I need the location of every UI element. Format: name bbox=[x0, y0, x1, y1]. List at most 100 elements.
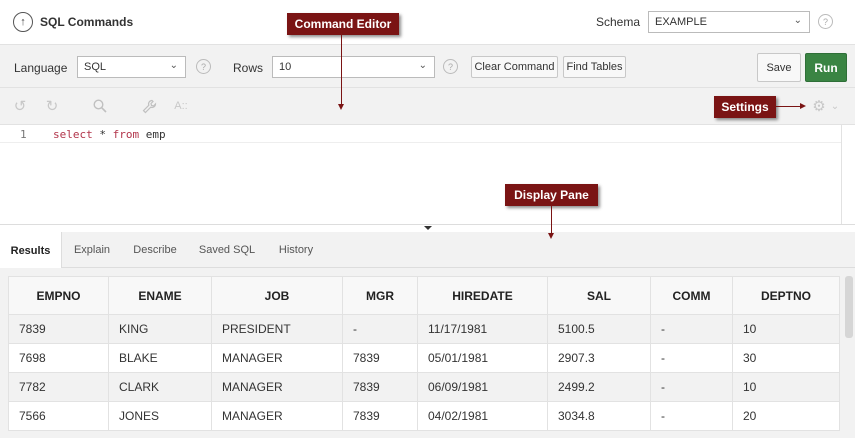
table-cell: 04/02/1981 bbox=[417, 401, 548, 431]
schema-select[interactable]: EXAMPLE ⌄ bbox=[648, 11, 810, 33]
sql-code[interactable]: select * from emp bbox=[53, 128, 166, 141]
table-cell: - bbox=[650, 343, 733, 373]
table-cell: MANAGER bbox=[211, 372, 343, 402]
clear-command-button[interactable]: Clear Command bbox=[471, 56, 558, 78]
column-header[interactable]: DEPTNO bbox=[732, 276, 840, 315]
table-cell: JONES bbox=[108, 401, 212, 431]
results-pane: EMPNO ENAME JOB MGR HIREDATE SAL COMM DEPTNO 78… bbox=[0, 268, 855, 438]
table-cell: 2907.3 bbox=[547, 343, 651, 373]
table-cell: 5100.5 bbox=[547, 314, 651, 344]
tab-results[interactable]: Results bbox=[0, 232, 62, 269]
table-cell: 10 bbox=[732, 314, 840, 344]
page-header: ↑ SQL Commands Schema EXAMPLE ⌄ ? bbox=[0, 0, 855, 44]
pane-splitter[interactable] bbox=[0, 224, 855, 232]
callout-line bbox=[551, 206, 552, 233]
command-toolbar: Language SQL ⌄ ? Rows 10 ⌄ ? Clear Comma… bbox=[0, 44, 855, 88]
table-cell: 7839 bbox=[342, 343, 418, 373]
column-header[interactable]: ENAME bbox=[108, 276, 212, 315]
column-header[interactable]: MGR bbox=[342, 276, 418, 315]
table-cell: KING bbox=[108, 314, 212, 344]
display-tabs: Results Explain Describe Saved SQL Histo… bbox=[0, 232, 855, 269]
sql-text: emp bbox=[139, 128, 166, 141]
language-select-value: SQL bbox=[84, 61, 107, 73]
table-header-row: EMPNO ENAME JOB MGR HIREDATE SAL COMM DEPTNO bbox=[8, 276, 840, 315]
table-row[interactable]: 7782 CLARK MANAGER 7839 06/09/1981 2499.2-10 bbox=[8, 372, 840, 402]
column-header[interactable]: COMM bbox=[650, 276, 733, 315]
table-cell: 7698 bbox=[8, 343, 109, 373]
rows-select[interactable]: 10 ⌄ bbox=[272, 56, 435, 78]
sql-keyword: select bbox=[53, 128, 93, 141]
editor-line[interactable]: 1 select * from emp bbox=[0, 125, 841, 143]
callout-display-pane: Display Pane bbox=[505, 184, 598, 206]
table-cell: 10 bbox=[732, 372, 840, 402]
rows-label: Rows bbox=[233, 61, 264, 75]
table-cell: 7839 bbox=[342, 372, 418, 402]
table-cell: - bbox=[650, 314, 733, 344]
command-editor[interactable]: 1 select * from emp bbox=[0, 125, 841, 224]
language-select[interactable]: SQL ⌄ bbox=[77, 56, 186, 78]
results-table: EMPNO ENAME JOB MGR HIREDATE SAL COMM DEPTNO 78… bbox=[8, 276, 840, 431]
callout-arrow-icon bbox=[338, 104, 344, 110]
undo-icon[interactable]: ↺ bbox=[10, 96, 30, 116]
table-cell: 20 bbox=[732, 401, 840, 431]
rows-help-icon[interactable]: ? bbox=[443, 59, 458, 74]
search-icon[interactable] bbox=[90, 96, 110, 116]
tab-history[interactable]: History bbox=[266, 232, 326, 268]
rows-select-value: 10 bbox=[279, 61, 292, 73]
column-header[interactable]: HIREDATE bbox=[417, 276, 548, 315]
schema-help-icon[interactable]: ? bbox=[818, 14, 833, 29]
run-button[interactable]: Run bbox=[805, 53, 847, 82]
table-cell: CLARK bbox=[108, 372, 212, 402]
editor-scrollbar[interactable] bbox=[841, 125, 855, 224]
wrench-icon[interactable] bbox=[139, 96, 159, 116]
table-cell: 7839 bbox=[8, 314, 109, 344]
save-button[interactable]: Save bbox=[757, 53, 801, 82]
table-cell: 30 bbox=[732, 343, 840, 373]
font-size-icon[interactable]: A:: bbox=[171, 96, 191, 116]
chevron-down-icon: ⌄ bbox=[418, 60, 427, 71]
table-cell: - bbox=[650, 372, 733, 402]
table-cell: BLAKE bbox=[108, 343, 212, 373]
callout-arrow-icon bbox=[800, 103, 806, 109]
callout-line bbox=[341, 35, 342, 104]
schema-select-value: EXAMPLE bbox=[655, 16, 707, 28]
tab-describe[interactable]: Describe bbox=[122, 232, 188, 268]
page-title: SQL Commands bbox=[40, 15, 134, 29]
table-cell: 7839 bbox=[342, 401, 418, 431]
tab-explain[interactable]: Explain bbox=[62, 232, 122, 268]
table-cell: 05/01/1981 bbox=[417, 343, 548, 373]
schema-label: Schema bbox=[596, 15, 641, 29]
tab-saved-sql[interactable]: Saved SQL bbox=[188, 232, 266, 268]
table-cell: 06/09/1981 bbox=[417, 372, 548, 402]
callout-settings: Settings bbox=[714, 96, 776, 118]
find-tables-button[interactable]: Find Tables bbox=[563, 56, 626, 78]
callout-line bbox=[776, 106, 800, 107]
sql-keyword: from bbox=[112, 128, 140, 141]
column-header[interactable]: SAL bbox=[547, 276, 651, 315]
table-row[interactable]: 7839 KING PRESIDENT -11/17/1981 5100.5-10 bbox=[8, 314, 840, 344]
table-body: 7839 KING PRESIDENT -11/17/1981 5100.5-10 769… bbox=[8, 314, 840, 431]
callout-command-editor: Command Editor bbox=[287, 13, 399, 35]
column-header[interactable]: EMPNO bbox=[8, 276, 109, 315]
table-cell: MANAGER bbox=[211, 343, 343, 373]
table-cell: 7782 bbox=[8, 372, 109, 402]
sql-text: * bbox=[92, 128, 113, 141]
table-row[interactable]: 7566 JONES MANAGER 7839 04/02/1981 3034.8-20 bbox=[8, 401, 840, 431]
table-row[interactable]: 7698 BLAKE MANAGER 7839 05/01/1981 2907.3-30 bbox=[8, 343, 840, 373]
callout-arrow-icon bbox=[548, 233, 554, 239]
table-cell: MANAGER bbox=[211, 401, 343, 431]
chevron-down-icon: ⌄ bbox=[169, 60, 178, 71]
language-label: Language bbox=[14, 61, 68, 75]
table-cell: 3034.8 bbox=[547, 401, 651, 431]
table-cell: 7566 bbox=[8, 401, 109, 431]
results-scrollbar[interactable] bbox=[845, 276, 853, 338]
chevron-down-icon: ⌄ bbox=[793, 15, 802, 26]
circle-up-arrow-icon[interactable]: ↑ bbox=[13, 12, 33, 32]
column-header[interactable]: JOB bbox=[211, 276, 343, 315]
line-number: 1 bbox=[20, 128, 27, 141]
language-help-icon[interactable]: ? bbox=[196, 59, 211, 74]
table-cell: PRESIDENT bbox=[211, 314, 343, 344]
chevron-down-icon[interactable]: ⌄ bbox=[825, 96, 845, 116]
redo-icon[interactable]: ↻ bbox=[42, 96, 62, 116]
collapse-arrow-icon[interactable] bbox=[424, 226, 432, 230]
